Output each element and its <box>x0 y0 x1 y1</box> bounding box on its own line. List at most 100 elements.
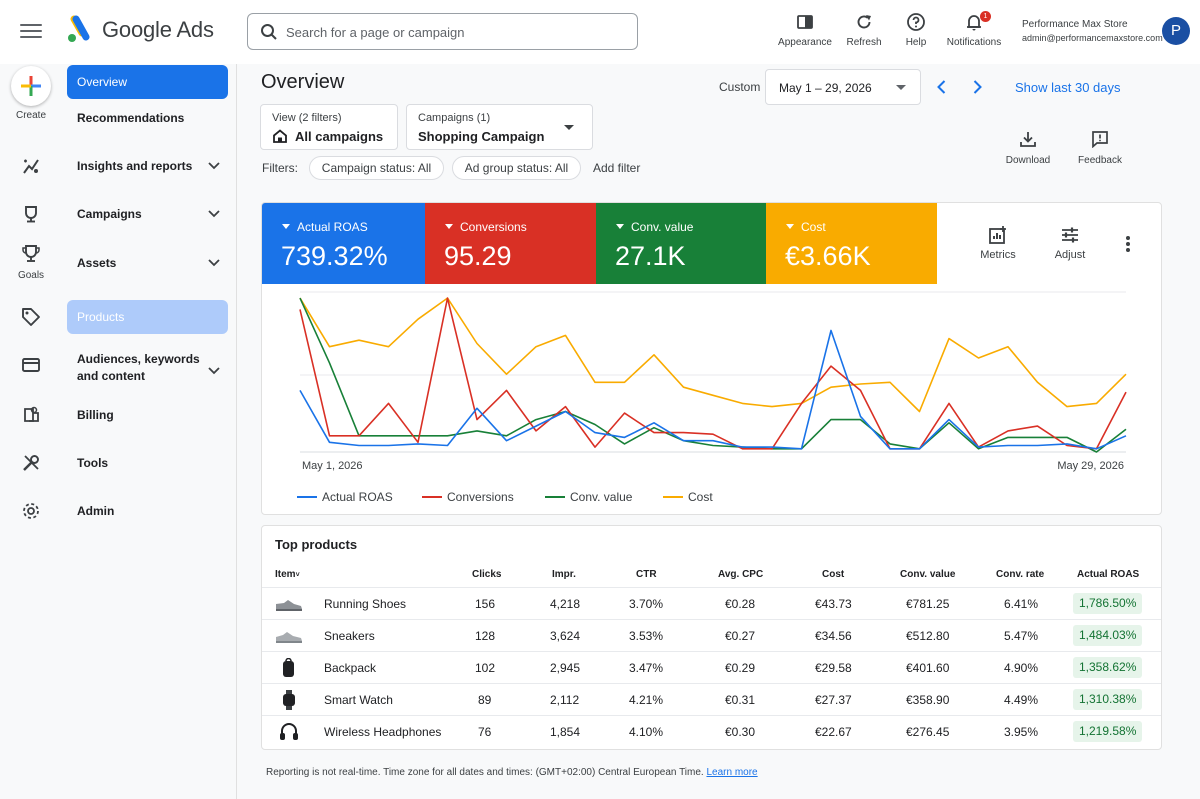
product-name[interactable]: Running Shoes <box>324 597 406 611</box>
sidebar-item-label: Audiences, keywords and content <box>77 352 200 383</box>
column-header-cost[interactable]: Cost <box>822 569 844 580</box>
google-ads-logo <box>68 15 90 42</box>
clicks-value: 156 <box>475 597 496 611</box>
sidebar-item-label: Products <box>77 310 125 324</box>
sidebar-item-billing[interactable]: Billing <box>67 398 228 432</box>
add-filter-button[interactable]: Add filter <box>593 161 640 175</box>
scorecard-label-text: Cost <box>801 220 826 234</box>
table-row[interactable]: Wireless Headphones 76 1,854 4.10% €0.30… <box>262 715 1161 747</box>
search-input[interactable] <box>286 21 626 43</box>
sidebar-item-recommendations[interactable]: Recommendations <box>67 101 228 135</box>
scorecard-actual-roas[interactable]: Actual ROAS 739.32% <box>262 203 425 284</box>
roas-badge: 1,219.58% <box>1073 721 1143 742</box>
impressions-value: 2,112 <box>550 693 580 707</box>
clicks-value: 102 <box>475 661 496 675</box>
sidebar-item-campaigns[interactable]: Campaigns <box>67 197 228 231</box>
create-button[interactable] <box>11 66 51 106</box>
scorecard-label-text: Actual ROAS <box>297 220 368 234</box>
legend-item-cost[interactable]: Cost <box>663 490 713 504</box>
gear-icon[interactable] <box>21 501 41 521</box>
roas-badge: 1,358.62% <box>1073 657 1143 678</box>
product-name[interactable]: Backpack <box>324 661 376 675</box>
campaigns-icon[interactable] <box>21 204 41 224</box>
column-header-conv-rate[interactable]: Conv. rate <box>996 569 1044 580</box>
next-period-icon[interactable] <box>969 79 985 95</box>
ad-group-status-chip[interactable]: Ad group status: All <box>452 156 581 180</box>
dropdown-triangle-icon <box>786 224 794 229</box>
scorecard-conversions[interactable]: Conversions 95.29 <box>425 203 596 284</box>
metrics-button[interactable]: Metrics <box>973 225 1023 261</box>
view-filter[interactable]: View (2 filters) All campaigns <box>260 104 398 150</box>
legend-item-conversions[interactable]: Conversions <box>422 490 514 504</box>
campaign-filter[interactable]: Campaigns (1) Shopping Campaign <box>406 104 593 150</box>
tools-icon[interactable] <box>21 453 41 473</box>
sidebar-item-tools[interactable]: Tools <box>67 446 228 480</box>
show-last-30-days-link[interactable]: Show last 30 days <box>1015 80 1121 95</box>
previous-period-icon[interactable] <box>934 79 950 95</box>
roas-badge: 1,484.03% <box>1073 625 1143 646</box>
column-header-clicks[interactable]: Clicks <box>472 569 501 580</box>
billing-icon[interactable] <box>21 405 41 425</box>
home-icon <box>273 129 287 143</box>
top-products-title: Top products <box>275 537 358 552</box>
goals-label: Goals <box>17 270 45 281</box>
footer-note: Reporting is not real-time. Time zone fo… <box>266 767 758 778</box>
campaign-status-chip[interactable]: Campaign status: All <box>309 156 444 180</box>
column-header-avg-cpc[interactable]: Avg. CPC <box>718 569 763 580</box>
table-row[interactable]: Smart Watch 89 2,112 4.21% €0.31 €27.37 … <box>262 683 1161 715</box>
scorecard-value: 739.32% <box>281 241 388 271</box>
account-info[interactable]: Performance Max Store admin@performancem… <box>1022 19 1163 43</box>
shoe-icon <box>276 600 302 611</box>
legend-item-actual-roas[interactable]: Actual ROAS <box>297 490 393 504</box>
product-name[interactable]: Sneakers <box>324 629 375 643</box>
clicks-value: 128 <box>475 629 496 643</box>
headphones-icon <box>280 723 298 740</box>
column-header-ctr[interactable]: CTR <box>636 569 657 580</box>
table-row[interactable]: Running Shoes 156 4,218 3.70% €0.28 €43.… <box>262 587 1161 619</box>
legend-item-conv-value[interactable]: Conv. value <box>545 490 632 504</box>
sidebar-item-assets[interactable]: Assets <box>67 246 228 280</box>
notifications-button[interactable]: 1 Notifications <box>939 11 1009 48</box>
scorecard-value: 95.29 <box>444 241 512 271</box>
sidebar-item-audiences[interactable]: Audiences, keywords and content <box>67 348 228 384</box>
download-label: Download <box>1005 155 1051 166</box>
sidebar-item-insights[interactable]: Insights and reports <box>67 149 228 183</box>
search-box[interactable] <box>247 13 638 50</box>
scorecard-cost[interactable]: Cost €3.66K <box>766 203 937 284</box>
column-header-actual-roas[interactable]: Actual ROAS <box>1077 569 1139 580</box>
table-row[interactable]: Backpack 102 2,945 3.47% €0.29 €29.58 €4… <box>262 651 1161 683</box>
campaign-filter-subtitle: Campaigns (1) <box>418 112 491 124</box>
main-menu-icon[interactable] <box>20 20 42 42</box>
column-header-conv-value[interactable]: Conv. value <box>900 569 955 580</box>
series-line-conversions[interactable] <box>299 297 1127 450</box>
download-button[interactable]: Download <box>1000 130 1056 166</box>
sidebar-item-overview[interactable]: Overview <box>67 65 228 99</box>
card-icon[interactable] <box>21 355 41 375</box>
feedback-button[interactable]: Feedback <box>1072 130 1128 166</box>
sidebar-item-products[interactable]: Products <box>67 300 228 334</box>
tag-icon[interactable] <box>21 307 41 327</box>
avg-cpc-value: €0.29 <box>725 661 756 675</box>
ctr-value: 3.70% <box>629 597 664 611</box>
insights-icon[interactable] <box>21 156 41 176</box>
date-range-select[interactable]: May 1 – 29, 2026 <box>765 69 921 105</box>
learn-more-link[interactable]: Learn more <box>706 767 757 778</box>
table-row[interactable]: Sneakers 128 3,624 3.53% €0.27 €34.56 €5… <box>262 619 1161 651</box>
sidebar-item-admin[interactable]: Admin <box>67 494 228 528</box>
scorecard-conv-value[interactable]: Conv. value 27.1K <box>596 203 766 284</box>
product-name[interactable]: Wireless Headphones <box>324 725 441 739</box>
series-line-cost[interactable] <box>299 297 1127 413</box>
legend-label: Conv. value <box>570 490 633 504</box>
legend-swatch <box>545 496 565 498</box>
column-header-item[interactable]: Item˅ <box>275 569 300 580</box>
column-header-impr[interactable]: Impr. <box>552 569 576 580</box>
avatar[interactable]: P <box>1162 17 1190 45</box>
product-name[interactable]: Smart Watch <box>324 693 393 707</box>
more-options-icon[interactable] <box>1123 236 1133 256</box>
adjust-button[interactable]: Adjust <box>1045 225 1095 261</box>
dropdown-arrow-icon <box>564 125 574 130</box>
scorecard-label: Cost <box>786 220 826 234</box>
roas-badge: 1,310.38% <box>1073 689 1143 710</box>
trophy-icon[interactable] <box>21 244 41 264</box>
sidebar-item-label: Campaigns <box>77 207 142 221</box>
